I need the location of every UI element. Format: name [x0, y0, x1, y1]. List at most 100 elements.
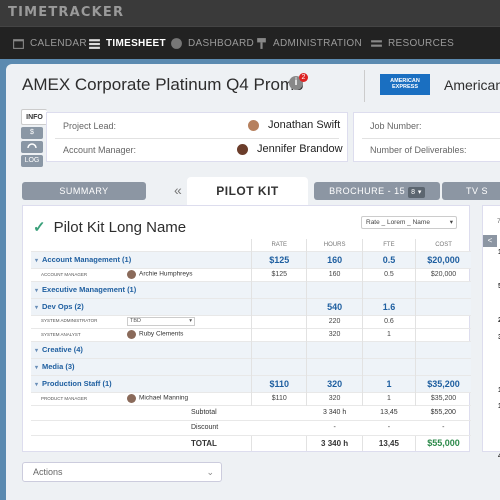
side-tab-dollar[interactable]: $ — [21, 127, 43, 139]
check-icon[interactable]: ✓ — [33, 218, 46, 236]
side-tab-log[interactable]: LOG — [21, 155, 43, 167]
assign-person-select[interactable]: TBD — [127, 317, 195, 326]
table-group-row[interactable]: ▾ Creative (4) — [31, 340, 471, 358]
expand-caret-icon[interactable]: ▾ — [35, 288, 38, 294]
role-label: SYSTEM ANALYST — [41, 331, 81, 337]
account-manager-label: Account Manager: — [63, 145, 137, 155]
side-tab-info[interactable]: INFO — [21, 109, 47, 125]
expand-caret-icon[interactable]: ▾ — [35, 258, 38, 264]
group-name: Executive Management — [42, 285, 125, 294]
table-group-row[interactable]: ▾ Executive Management (1) — [31, 280, 471, 298]
list-icon — [89, 38, 100, 49]
estimate-table: RATE HOURS FTE COST ▾ Account Management … — [31, 239, 471, 451]
group-name: Account Management — [42, 255, 120, 264]
cell-cost: $35,200 — [415, 391, 471, 405]
subtotal-cost: $55,200 — [415, 404, 471, 420]
avatar — [127, 330, 136, 339]
cell-fte: 0.5 — [361, 267, 416, 281]
divider — [362, 138, 500, 139]
row-name-cell: ▾ Media (3) — [31, 357, 252, 375]
table-row[interactable]: SYSTEM ANALYST Ruby Clements 320 1 — [31, 327, 471, 341]
tab-brochure-badge[interactable]: 8 ▾ — [408, 187, 425, 198]
total-fte: 13,45 — [361, 434, 416, 451]
group-count: (1) — [127, 285, 137, 294]
person-name[interactable]: Archie Humphreys — [139, 271, 192, 278]
cell-cost: $35,200 — [415, 374, 471, 392]
tab-brochure[interactable]: BROCHURE - 15 8 ▾ — [314, 182, 440, 200]
cell-hours: 160 — [306, 250, 363, 268]
group-name: Creative — [42, 345, 72, 354]
person-name[interactable]: Michael Manning — [139, 395, 188, 402]
tab-brochure-label: BROCHURE - 15 — [329, 186, 406, 196]
table-group-row[interactable]: ▾ Media (3) — [31, 357, 471, 375]
app-header: TIMETRACKER — [0, 0, 500, 26]
cell-cost — [415, 297, 471, 315]
person-name[interactable]: Ruby Clements — [139, 331, 183, 338]
chevron-left-icon[interactable]: < — [483, 235, 497, 247]
panel-title-text: Pilot Kit Long Name — [53, 218, 187, 236]
cell-cost — [415, 340, 471, 358]
cell-hours: 220 — [306, 314, 363, 328]
project-lead-value[interactable]: Jonathan Swift — [268, 119, 340, 131]
table-group-row[interactable]: ▾ Account Management (1) $125 160 0.5 $20,000 — [31, 250, 471, 268]
subtotal-hours: 3 340 h — [306, 404, 363, 420]
total-label: TOTAL — [31, 434, 252, 451]
tab-summary[interactable]: SUMMARY — [22, 182, 146, 200]
expand-caret-icon[interactable]: ▾ — [35, 305, 38, 311]
cell-rate — [251, 357, 307, 375]
cell-cost: $20,000 — [415, 250, 471, 268]
info-side-tabs: INFO $ LOG — [21, 109, 47, 169]
cell-cost: $20,000 — [415, 267, 471, 281]
cell-fte: 1.6 — [361, 297, 416, 315]
table-header: RATE HOURS FTE COST — [31, 239, 471, 251]
subtotal-label: Subtotal — [31, 404, 252, 420]
avatar — [247, 119, 260, 132]
tab-tv[interactable]: TV S — [442, 182, 500, 200]
cell-cost — [415, 280, 471, 298]
expand-caret-icon[interactable]: ▾ — [35, 348, 38, 354]
nav-resources-label: RESOURCES — [388, 37, 455, 49]
cell-hours — [306, 357, 363, 375]
discount-rate — [251, 419, 307, 435]
actions-label: Actions — [33, 467, 63, 477]
total-row: TOTAL 3 340 h 13,45 $55,000 — [31, 434, 471, 451]
side-tab-gauge[interactable] — [21, 141, 43, 153]
sort-dropdown[interactable]: Rate _ Lorem _ Name — [361, 216, 457, 229]
notification-badge: 2 — [299, 73, 308, 82]
row-name-cell: SYSTEM ADMINISTRATOR TBD — [31, 314, 252, 328]
actions-dropdown[interactable]: Actions ⌄ — [22, 462, 222, 482]
nav-administration[interactable]: ADMINISTRATION — [255, 35, 362, 51]
account-manager-value[interactable]: Jennifer Brandow — [257, 143, 343, 155]
row-name-cell: ▾ Account Management (1) — [31, 250, 252, 268]
row-name-cell: ▾ Production Staff (1) — [31, 374, 252, 392]
calendar-icon — [13, 38, 24, 49]
cell-fte: 1 — [361, 374, 416, 392]
project-card: AMEX Corporate Platinum Q4 Promo i 2 AME… — [6, 64, 500, 500]
table-group-row[interactable]: ▾ Production Staff (1) $110 320 1 $35,200 — [31, 374, 471, 392]
nav-administration-label: ADMINISTRATION — [273, 37, 363, 49]
nav-timesheet[interactable]: TIMESHEET — [88, 35, 166, 51]
chevron-left-icon[interactable]: « — [174, 182, 182, 198]
role-label: ACCOUNT MANAGER — [41, 271, 88, 277]
header-divider — [364, 70, 365, 102]
nav-dashboard[interactable]: DASHBOARD — [170, 35, 254, 51]
project-title: AMEX Corporate Platinum Q4 Promo — [22, 75, 304, 94]
table-row[interactable]: PRODUCT MANAGER Michael Manning $110 320 1 $3… — [31, 391, 471, 405]
expand-caret-icon[interactable]: ▾ — [35, 365, 38, 371]
nav-resources[interactable]: RESOURCES — [370, 35, 454, 51]
discount-row: Discount - - - — [31, 419, 471, 435]
nav-calendar[interactable]: CALENDAR — [12, 35, 87, 51]
table-row[interactable]: ACCOUNT MANAGER Archie Humphreys $125 160 0.… — [31, 267, 471, 281]
divider — [55, 138, 339, 139]
header-name — [31, 239, 252, 251]
group-count: (2) — [74, 302, 84, 311]
cell-fte — [361, 357, 416, 375]
cell-fte — [361, 280, 416, 298]
nav-dashboard-label: DASHBOARD — [188, 37, 255, 49]
panel-title: ✓ Pilot Kit Long Name — [33, 218, 187, 237]
table-row[interactable]: SYSTEM ADMINISTRATOR TBD 2200.6 — [31, 314, 471, 328]
table-group-row[interactable]: ▾ Dev Ops (2) 540 1.6 — [31, 297, 471, 315]
tab-pilot-kit[interactable]: PILOT KIT — [187, 177, 308, 205]
job-number-label: Job Number: — [370, 121, 422, 131]
expand-caret-icon[interactable]: ▾ — [35, 382, 38, 388]
